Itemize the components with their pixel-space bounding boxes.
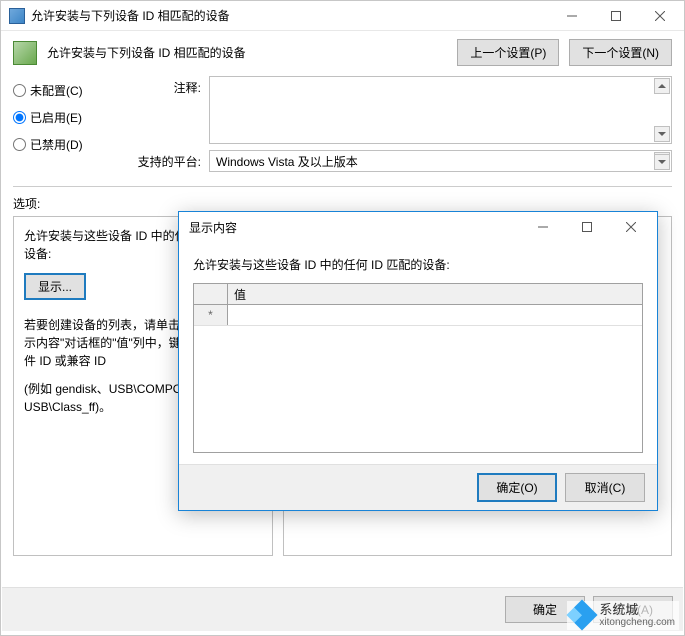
policy-icon: [13, 41, 37, 65]
grid-row-new[interactable]: *: [194, 305, 642, 326]
dialog-cancel-button[interactable]: 取消(C): [565, 473, 645, 502]
dialog-body: 允许安装与这些设备 ID 中的任何 ID 匹配的设备: 值 *: [179, 242, 657, 464]
grid-row-marker: *: [194, 305, 228, 325]
dialog-titlebar: 显示内容: [179, 212, 657, 242]
grid-header-selector[interactable]: [194, 284, 228, 304]
radio-not-configured[interactable]: 未配置(C): [13, 82, 113, 99]
dialog-window-controls: [521, 213, 653, 241]
header-row: 允许安装与下列设备 ID 相匹配的设备 上一个设置(P) 下一个设置(N): [13, 39, 672, 66]
radio-not-configured-input[interactable]: [13, 84, 26, 97]
dialog-maximize-button[interactable]: [565, 213, 609, 241]
dialog-close-button[interactable]: [609, 213, 653, 241]
platform-value-box: Windows Vista 及以上版本: [209, 150, 672, 172]
window-controls: [550, 2, 682, 30]
dialog-title: 显示内容: [189, 219, 521, 236]
radio-disabled-label: 已禁用(D): [30, 136, 83, 153]
radio-enabled-label: 已启用(E): [30, 109, 82, 126]
dialog-footer: 确定(O) 取消(C): [179, 464, 657, 510]
titlebar: 允许安装与下列设备 ID 相匹配的设备: [1, 1, 684, 31]
radio-not-configured-label: 未配置(C): [30, 82, 83, 99]
comment-textarea[interactable]: [209, 76, 672, 144]
dialog-instruction: 允许安装与这些设备 ID 中的任何 ID 匹配的设备:: [193, 256, 643, 273]
right-column: 注释: 支持的平台: Windows Vista 及以上版本: [133, 76, 672, 172]
grid-cell-value[interactable]: [228, 305, 642, 325]
maximize-button[interactable]: [594, 2, 638, 30]
config-row: 未配置(C) 已启用(E) 已禁用(D) 注释:: [13, 76, 672, 172]
show-contents-dialog: 显示内容 允许安装与这些设备 ID 中的任何 ID 匹配的设备: 值 * 确定(…: [178, 211, 658, 511]
scroll-down-icon[interactable]: [654, 126, 670, 142]
watermark-url: xitongcheng.com: [599, 617, 675, 628]
divider: [13, 186, 672, 187]
close-button[interactable]: [638, 2, 682, 30]
dialog-ok-button[interactable]: 确定(O): [477, 473, 557, 502]
state-radios: 未配置(C) 已启用(E) 已禁用(D): [13, 76, 113, 172]
platform-label: 支持的平台:: [133, 150, 201, 170]
comment-label: 注释:: [133, 76, 201, 96]
dialog-minimize-button[interactable]: [521, 213, 565, 241]
radio-enabled-input[interactable]: [13, 111, 26, 124]
radio-disabled-input[interactable]: [13, 138, 26, 151]
app-icon: [9, 8, 25, 24]
scroll-up-icon[interactable]: [654, 78, 670, 94]
show-button[interactable]: 显示...: [24, 273, 86, 300]
window-title: 允许安装与下列设备 ID 相匹配的设备: [31, 7, 550, 24]
previous-setting-button[interactable]: 上一个设置(P): [457, 39, 559, 66]
comment-row: 注释:: [133, 76, 672, 144]
watermark-brand: 系统城: [599, 603, 675, 617]
minimize-button[interactable]: [550, 2, 594, 30]
radio-disabled[interactable]: 已禁用(D): [13, 136, 113, 153]
watermark-logo-icon: [567, 600, 598, 631]
radio-enabled[interactable]: 已启用(E): [13, 109, 113, 126]
grid-header: 值: [194, 284, 642, 305]
watermark: 系统城 xitongcheng.com: [567, 601, 679, 630]
options-label: 选项:: [13, 195, 672, 212]
watermark-text: 系统城 xitongcheng.com: [599, 603, 675, 628]
value-grid[interactable]: 值 *: [193, 283, 643, 453]
next-setting-button[interactable]: 下一个设置(N): [569, 39, 672, 66]
platform-value: Windows Vista 及以上版本: [216, 155, 358, 169]
platform-row: 支持的平台: Windows Vista 及以上版本: [133, 150, 672, 172]
scroll-down-icon[interactable]: [654, 154, 670, 170]
grid-header-value[interactable]: 值: [228, 284, 642, 304]
policy-title: 允许安装与下列设备 ID 相匹配的设备: [47, 44, 447, 61]
